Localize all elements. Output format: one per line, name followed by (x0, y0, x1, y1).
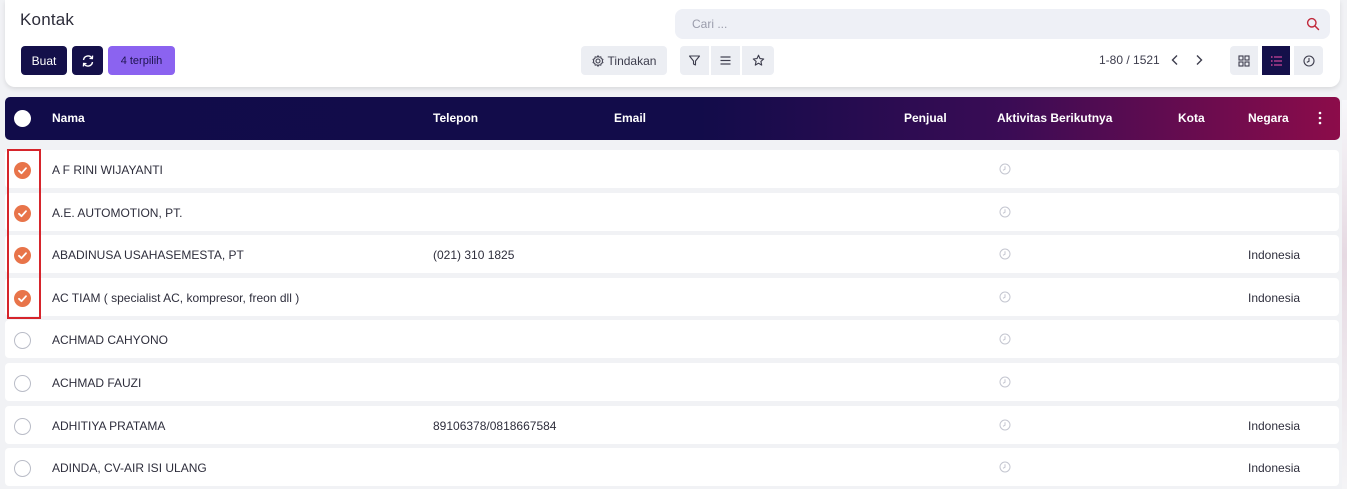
kanban-view-icon (1238, 54, 1250, 67)
cell-name: AC TIAM ( specialist AC, kompresor, freo… (52, 290, 300, 305)
clock-icon[interactable] (999, 461, 1011, 473)
row-select-checkbox[interactable] (14, 375, 31, 392)
clock-icon[interactable] (999, 163, 1011, 175)
row-select-checkbox[interactable] (14, 460, 31, 478)
activity-view-button[interactable] (1294, 46, 1323, 75)
column-header-email[interactable]: Email (614, 111, 646, 125)
column-header-name[interactable]: Nama (52, 111, 85, 125)
search-input[interactable] (692, 17, 1282, 31)
chevron-left-icon (1171, 55, 1178, 65)
table-row[interactable]: ADHITIYA PRATAMA 89106378/0818667584 Indon… (5, 405, 1339, 444)
filter-icon (688, 55, 701, 66)
check-icon (18, 167, 27, 175)
search-icon[interactable] (1306, 17, 1320, 31)
favorite-star-icon (752, 54, 764, 66)
cell-country: Indonesia (1248, 290, 1301, 305)
list-view-button[interactable] (1262, 46, 1290, 75)
scrollbar[interactable] (1342, 100, 1347, 489)
cell-country: Indonesia (1248, 418, 1301, 433)
check-icon (18, 295, 27, 302)
table-header: Nama Telepon Email Penjual Aktivitas Ber… (5, 97, 1340, 140)
cell-name: ABADINUSA USAHASEMESTA, PT (52, 248, 244, 263)
row-select-checkbox[interactable] (14, 247, 31, 265)
table-row[interactable]: AC TIAM ( specialist AC, kompresor, freo… (5, 277, 1339, 316)
row-select-checkbox[interactable] (14, 417, 31, 435)
column-header-country[interactable]: Negara (1248, 111, 1289, 125)
control-panel: Kontak Buat 4 terpilih Tindakan (5, 0, 1340, 87)
kebab-menu-icon (1318, 111, 1322, 125)
list-view-icon (1270, 55, 1282, 66)
group-by-icon (720, 56, 731, 65)
table-row[interactable]: ADINDA, CV-AIR ISI ULANG Indonesia (5, 448, 1339, 487)
selected-count-badge[interactable]: 4 terpilih (108, 46, 175, 75)
check-icon (18, 252, 27, 260)
group-by-button[interactable] (711, 46, 740, 75)
page-title: Kontak (20, 10, 75, 29)
cell-phone: 89106378/0818667584 (433, 418, 557, 433)
refresh-button[interactable] (72, 46, 103, 75)
kanban-view-button[interactable] (1230, 46, 1258, 75)
column-header-next-activity[interactable]: Aktivitas Berikutnya (997, 111, 1112, 125)
gear-icon (591, 54, 604, 67)
table-row[interactable]: ABADINUSA USAHASEMESTA, PT (021) 310 1825… (5, 235, 1339, 274)
cell-name: ADHITIYA PRATAMA (52, 418, 166, 433)
column-header-salesperson[interactable]: Penjual (904, 111, 947, 125)
search-box[interactable] (675, 9, 1330, 39)
pager-next-button[interactable] (1190, 51, 1208, 69)
select-all-checkbox[interactable] (14, 110, 31, 127)
column-header-phone[interactable]: Telepon (433, 111, 478, 125)
cell-name: ACHMAD FAUZI (52, 376, 142, 390)
table-row[interactable]: ACHMAD FAUZI (5, 363, 1339, 401)
table-row[interactable]: ACHMAD CAHYONO (5, 320, 1339, 359)
clock-icon[interactable] (999, 419, 1011, 431)
pager-previous-button[interactable] (1166, 51, 1184, 69)
chevron-right-icon (1196, 55, 1203, 65)
clock-icon[interactable] (999, 376, 1011, 388)
cell-name: ADINDA, CV-AIR ISI ULANG (52, 461, 207, 476)
cell-phone: (021) 310 1825 (433, 248, 515, 263)
favorites-button[interactable] (742, 46, 774, 75)
table-row[interactable]: A F RINI WIJAYANTI (5, 150, 1339, 188)
cell-country: Indonesia (1248, 248, 1301, 263)
cell-name: ACHMAD CAHYONO (52, 333, 169, 348)
optional-columns-toggle[interactable] (1312, 109, 1328, 127)
clock-icon[interactable] (999, 248, 1011, 260)
pager-value[interactable]: 1-80 / 1521 (1099, 53, 1160, 67)
row-select-checkbox[interactable] (14, 289, 31, 307)
create-button[interactable]: Buat (21, 46, 67, 75)
clock-icon[interactable] (999, 206, 1011, 218)
filter-button[interactable] (680, 46, 709, 75)
check-icon (18, 209, 27, 217)
action-button-label: Tindakan (607, 53, 657, 68)
clock-icon[interactable] (999, 333, 1011, 345)
row-select-checkbox[interactable] (14, 204, 31, 222)
row-select-checkbox[interactable] (14, 162, 31, 179)
action-button[interactable]: Tindakan (581, 46, 667, 75)
refresh-icon (82, 54, 93, 67)
column-header-city[interactable]: Kota (1178, 111, 1205, 125)
table-row[interactable]: A.E. AUTOMOTION, PT. (5, 192, 1339, 231)
row-select-checkbox[interactable] (14, 332, 31, 350)
clock-icon[interactable] (999, 291, 1011, 303)
cell-name: A.E. AUTOMOTION, PT. (52, 205, 183, 220)
activity-view-icon (1302, 54, 1315, 67)
cell-name: A F RINI WIJAYANTI (52, 163, 163, 177)
cell-country: Indonesia (1248, 461, 1301, 476)
